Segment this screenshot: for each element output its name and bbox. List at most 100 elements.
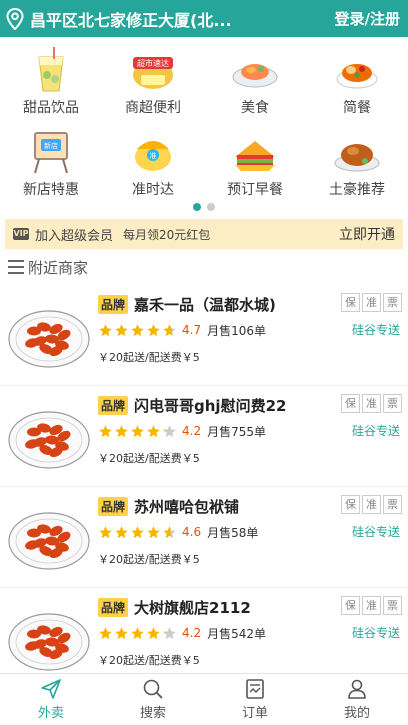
location-pin-icon[interactable] xyxy=(6,7,24,30)
vip-subtitle: 每月领20元红包 xyxy=(123,227,211,242)
category-label: 商超便利 xyxy=(125,100,181,116)
tab-profile[interactable]: 我的 xyxy=(306,674,408,725)
vip-banner[interactable]: VIP 加入超级会员 每月领20元红包 立即开通 xyxy=(5,219,403,249)
new-store-icon: 新店 xyxy=(34,132,68,174)
tab-label: 搜索 xyxy=(139,706,166,721)
category-breakfast[interactable]: 预订早餐 xyxy=(204,121,306,203)
delivery-type: 硅谷专送 xyxy=(351,525,400,539)
list-menu-icon xyxy=(8,260,24,274)
star-icon xyxy=(163,323,176,336)
shop-list: 品牌 嘉禾一品（温都水城) 4.7 月售106单 ￥20起送/配送费￥5 保 准… xyxy=(0,285,408,689)
svg-text:超市速达: 超市速达 xyxy=(137,58,169,68)
brand-badge: 品牌 xyxy=(98,597,129,617)
star-icon xyxy=(99,626,112,639)
shop-name: 闪电哥哥ghj慰问费22 xyxy=(134,396,287,415)
premium-pick-icon xyxy=(334,144,380,172)
tag-invoice: 票 xyxy=(383,596,402,615)
svg-text:准: 准 xyxy=(150,151,157,160)
category-food[interactable]: 美食 xyxy=(204,39,306,121)
delivery-type: 硅谷专送 xyxy=(351,424,400,438)
tag-guarantee: 保 xyxy=(341,596,360,615)
service-tags: 保 准 票 xyxy=(341,293,402,312)
tag-on-time: 准 xyxy=(362,495,381,514)
shop-name: 嘉禾一品（温都水城) xyxy=(134,295,276,314)
category-label: 美食 xyxy=(241,100,269,116)
shop-item[interactable]: 品牌 嘉禾一品（温都水城) 4.7 月售106单 ￥20起送/配送费￥5 保 准… xyxy=(0,285,408,386)
service-tags: 保 准 票 xyxy=(341,596,402,615)
send-icon xyxy=(41,679,61,699)
star-icon xyxy=(147,525,160,538)
breakfast-icon xyxy=(235,141,275,171)
tag-guarantee: 保 xyxy=(341,495,360,514)
rating-score: 4.7 xyxy=(182,323,202,337)
category-label: 预订早餐 xyxy=(227,182,283,198)
category-label: 土豪推荐 xyxy=(329,182,385,198)
supermarket-icon: 超市速达 xyxy=(133,57,173,89)
shop-name: 大树旗舰店2112 xyxy=(134,598,251,617)
star-icon xyxy=(115,323,128,336)
star-rating xyxy=(98,626,178,641)
shop-item[interactable]: 品牌 闪电哥哥ghj慰问费22 4.2 月售755单 ￥20起送/配送费￥5 保… xyxy=(0,386,408,487)
category-supermarket[interactable]: 超市速达 商超便利 xyxy=(102,39,204,121)
pager-dot-active[interactable] xyxy=(193,203,201,211)
category-label: 简餐 xyxy=(343,100,371,116)
brand-badge: 品牌 xyxy=(98,395,129,415)
delivery-address[interactable]: 昌平区北七家修正大厦(北... xyxy=(30,7,335,31)
category-label: 甜品饮品 xyxy=(23,100,79,116)
tag-on-time: 准 xyxy=(362,596,381,615)
brand-badge: 品牌 xyxy=(98,294,129,314)
rating-score: 4.6 xyxy=(182,525,202,539)
monthly-sales: 月售106单 xyxy=(207,323,266,338)
shop-item[interactable]: 品牌 苏州嘻哈包袱铺 4.6 月售58单 ￥20起送/配送费￥5 保 准 票 硅… xyxy=(0,487,408,588)
tag-invoice: 票 xyxy=(383,293,402,312)
category-grid: 甜品饮品 超市速达 商超便利 美食 简餐 新店 新店特惠 准 准时达 预订早餐 … xyxy=(0,37,408,211)
tab-label: 外卖 xyxy=(37,706,64,721)
star-icon xyxy=(131,525,144,538)
vip-open-button[interactable]: 立即开通 xyxy=(339,224,395,244)
tag-invoice: 票 xyxy=(383,495,402,514)
star-icon xyxy=(131,323,144,336)
vip-badge-icon: VIP xyxy=(13,228,29,240)
delivery-fee: ￥20起送/配送费￥5 xyxy=(98,452,200,465)
star-icon xyxy=(99,525,112,538)
shop-thumbnail xyxy=(8,613,90,671)
category-new-store[interactable]: 新店 新店特惠 xyxy=(0,121,102,203)
pager-dot[interactable] xyxy=(207,203,215,211)
category-row: 新店 新店特惠 准 准时达 预订早餐 土豪推荐 xyxy=(0,121,408,203)
star-icon xyxy=(163,424,176,437)
monthly-sales: 月售58单 xyxy=(207,525,259,540)
tab-orders[interactable]: 订单 xyxy=(204,674,306,725)
category-label: 准时达 xyxy=(132,182,174,198)
category-on-time[interactable]: 准 准时达 xyxy=(102,121,204,203)
simple-meal-icon xyxy=(336,64,378,89)
rating-score: 4.2 xyxy=(182,626,202,640)
star-icon xyxy=(147,323,160,336)
star-icon xyxy=(131,424,144,437)
star-icon xyxy=(163,626,176,639)
order-icon xyxy=(246,679,264,699)
tab-takeout[interactable]: 外卖 xyxy=(0,674,102,725)
star-icon xyxy=(131,626,144,639)
carousel-pager xyxy=(0,203,408,211)
search-icon xyxy=(143,679,163,699)
section-title: 附近商家 xyxy=(28,258,89,277)
category-simple-meal[interactable]: 简餐 xyxy=(306,39,408,121)
app-root: 昌平区北七家修正大厦(北... 登录/注册 甜品饮品 超市速达 商超便利 美食 … xyxy=(0,0,408,725)
top-header: 昌平区北七家修正大厦(北... 登录/注册 xyxy=(0,0,408,37)
category-dessert-drinks[interactable]: 甜品饮品 xyxy=(0,39,102,121)
tab-label: 订单 xyxy=(241,706,268,721)
star-rating xyxy=(98,323,178,338)
category-row: 甜品饮品 超市速达 商超便利 美食 简餐 xyxy=(0,39,408,121)
login-register-link[interactable]: 登录/注册 xyxy=(335,8,400,29)
shop-thumbnail xyxy=(8,310,90,368)
star-icon xyxy=(115,525,128,538)
star-icon xyxy=(147,424,160,437)
bottom-tab-bar: 外卖 搜索 订单 我的 xyxy=(0,673,408,725)
tab-search[interactable]: 搜索 xyxy=(102,674,204,725)
rating-score: 4.2 xyxy=(182,424,202,438)
on-time-icon: 准 xyxy=(135,141,171,171)
profile-icon xyxy=(348,679,366,699)
category-premium-pick[interactable]: 土豪推荐 xyxy=(306,121,408,203)
nearby-shops-header: 附近商家 xyxy=(0,249,408,285)
svg-text:新店: 新店 xyxy=(44,141,58,150)
